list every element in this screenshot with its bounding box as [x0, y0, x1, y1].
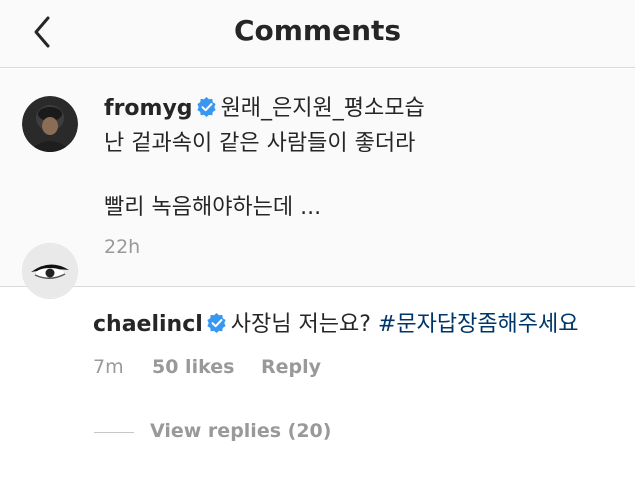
caption-line-1: 난 겉과속이 같은 사람들이 좋더라: [104, 131, 416, 156]
comment-text: 사장님 저는요?: [230, 312, 371, 337]
likes-count[interactable]: 50 likes: [152, 356, 234, 378]
verified-badge-icon: [207, 313, 226, 333]
avatar-fromyg[interactable]: [22, 96, 78, 152]
view-replies-button[interactable]: View replies (20): [150, 420, 331, 442]
caption-header: fromyg 원래_은지원_평소모습: [104, 95, 425, 123]
avatar-chaelincl[interactable]: [22, 243, 78, 299]
verified-badge-icon: [196, 97, 216, 117]
page-title: Comments: [233, 14, 402, 47]
post-caption: fromyg 원래_은지원_평소모습 난 겉과속이 같은 사람들이 좋더라 빨리 …: [0, 69, 635, 287]
replies-divider: [94, 432, 134, 433]
caption-timestamp: 22h: [104, 236, 141, 258]
comment-body: chaelincl 사장님 저는요? #문자답장좀해주세요: [93, 311, 579, 339]
caption-headline: 원래_은지원_평소모습: [220, 96, 425, 121]
caption-line-2: 빨리 녹음해야하는데 ...: [104, 195, 322, 220]
username-fromyg[interactable]: fromyg: [104, 96, 193, 121]
hashtag-link[interactable]: #문자답장좀해주세요: [378, 312, 579, 337]
comment-timestamp: 7m: [93, 356, 124, 378]
top-bar: Comments: [0, 0, 635, 68]
username-chaelincl[interactable]: chaelincl: [93, 312, 203, 337]
reply-button[interactable]: Reply: [261, 356, 321, 378]
